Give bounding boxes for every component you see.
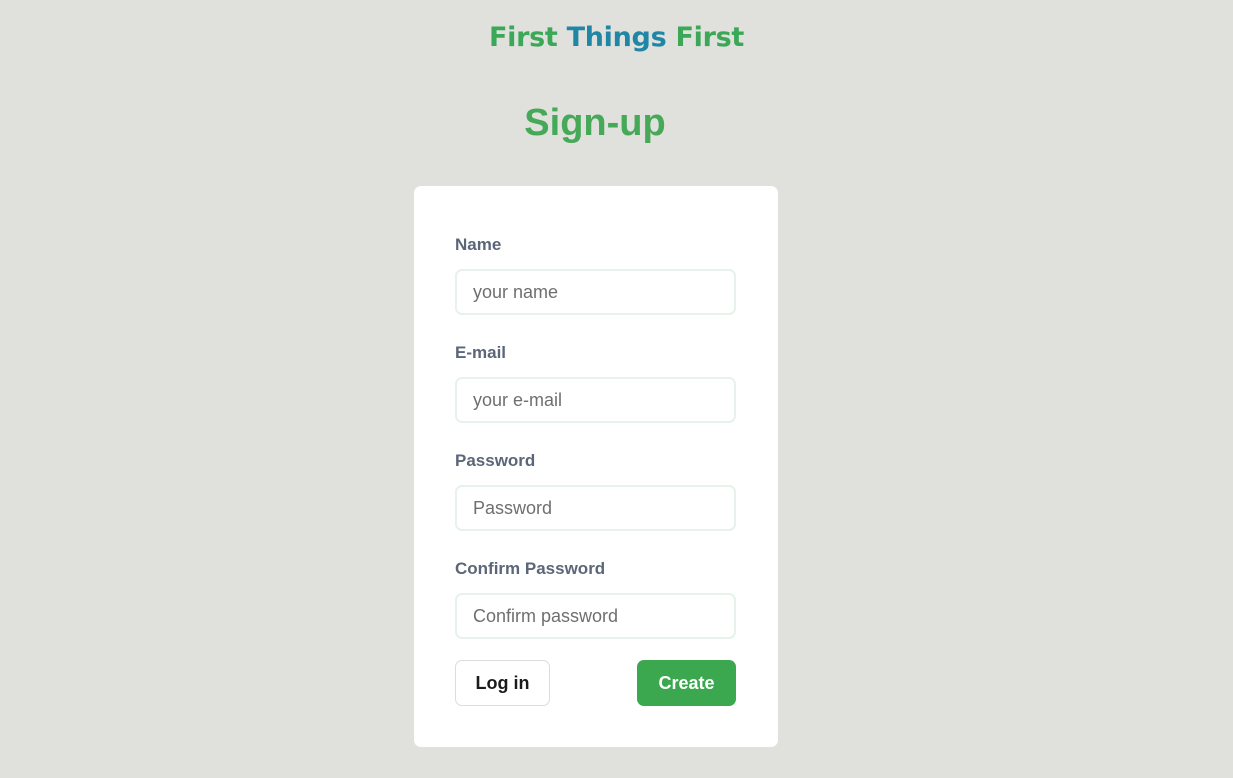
email-label: E-mail	[455, 343, 507, 362]
brand-logo: First Things First	[0, 20, 1233, 56]
create-button[interactable]: Create	[637, 660, 736, 706]
name-input[interactable]	[455, 269, 736, 315]
confirm-password-input[interactable]	[455, 593, 736, 639]
page-title: Sign-up	[524, 102, 666, 144]
password-label: Password	[455, 451, 536, 470]
brand-word-things: Things	[566, 22, 667, 53]
signup-form-card: Name E-mail Password Confirm Password Lo…	[414, 186, 778, 747]
brand-word-first: First	[489, 22, 558, 53]
email-input[interactable]	[455, 377, 736, 423]
login-button[interactable]: Log in	[455, 660, 550, 706]
brand-word-first-2: First	[675, 22, 744, 53]
name-label: Name	[455, 235, 502, 254]
confirm-password-label: Confirm Password	[455, 559, 606, 578]
password-input[interactable]	[455, 485, 736, 531]
